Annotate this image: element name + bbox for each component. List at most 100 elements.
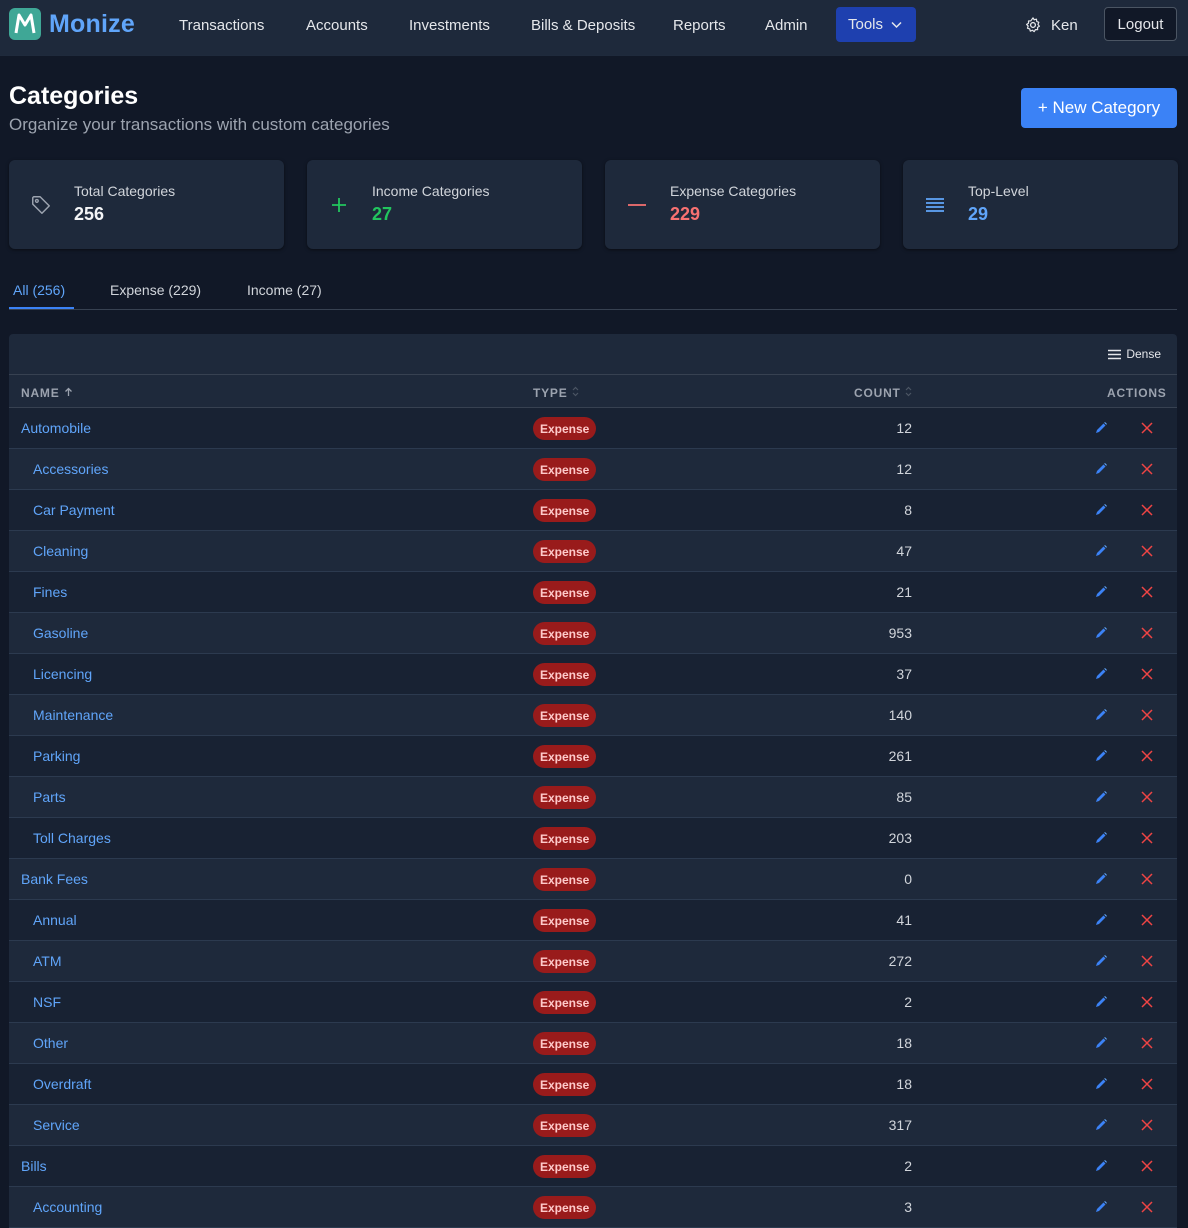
table-row[interactable]: Gasoline Expense 953 xyxy=(9,613,1177,654)
nav-admin[interactable]: Admin xyxy=(765,17,808,34)
category-name-link[interactable]: Service xyxy=(33,1117,80,1133)
tab-all[interactable]: All (256) xyxy=(13,282,65,298)
delete-x-icon[interactable] xyxy=(1140,544,1154,558)
delete-x-icon[interactable] xyxy=(1140,954,1154,968)
table-row[interactable]: Annual Expense 41 xyxy=(9,900,1177,941)
category-name-link[interactable]: Accounting xyxy=(33,1199,102,1215)
edit-pencil-icon[interactable] xyxy=(1094,421,1108,435)
column-header-name[interactable]: NAME xyxy=(21,386,73,400)
delete-x-icon[interactable] xyxy=(1140,790,1154,804)
delete-x-icon[interactable] xyxy=(1140,913,1154,927)
table-row[interactable]: Bills Expense 2 xyxy=(9,1146,1177,1187)
delete-x-icon[interactable] xyxy=(1140,831,1154,845)
table-row[interactable]: Bank Fees Expense 0 xyxy=(9,859,1177,900)
delete-x-icon[interactable] xyxy=(1140,749,1154,763)
user-menu[interactable]: Ken xyxy=(1024,16,1078,34)
edit-pencil-icon[interactable] xyxy=(1094,503,1108,517)
category-name-link[interactable]: Toll Charges xyxy=(33,830,111,846)
table-row[interactable]: Car Payment Expense 8 xyxy=(9,490,1177,531)
delete-x-icon[interactable] xyxy=(1140,421,1154,435)
nav-accounts[interactable]: Accounts xyxy=(306,17,368,34)
delete-x-icon[interactable] xyxy=(1140,1118,1154,1132)
table-row[interactable]: Maintenance Expense 140 xyxy=(9,695,1177,736)
edit-pencil-icon[interactable] xyxy=(1094,1077,1108,1091)
table-row[interactable]: NSF Expense 2 xyxy=(9,982,1177,1023)
edit-pencil-icon[interactable] xyxy=(1094,913,1108,927)
category-name-link[interactable]: Other xyxy=(33,1035,68,1051)
delete-x-icon[interactable] xyxy=(1140,1036,1154,1050)
delete-x-icon[interactable] xyxy=(1140,462,1154,476)
category-name-link[interactable]: Cleaning xyxy=(33,543,88,559)
edit-pencil-icon[interactable] xyxy=(1094,954,1108,968)
category-name-link[interactable]: Gasoline xyxy=(33,625,88,641)
category-name-link[interactable]: Fines xyxy=(33,584,67,600)
delete-x-icon[interactable] xyxy=(1140,503,1154,517)
category-name-link[interactable]: Overdraft xyxy=(33,1076,91,1092)
dense-toggle-button[interactable]: Dense xyxy=(1108,347,1161,361)
category-name-link[interactable]: Accessories xyxy=(33,461,108,477)
table-row[interactable]: Other Expense 18 xyxy=(9,1023,1177,1064)
tools-menu-button[interactable]: Tools xyxy=(836,7,916,42)
table-row[interactable]: Automobile Expense 12 xyxy=(9,408,1177,449)
gear-icon xyxy=(1026,17,1040,33)
edit-pencil-icon[interactable] xyxy=(1094,462,1108,476)
table-row[interactable]: Toll Charges Expense 203 xyxy=(9,818,1177,859)
edit-pencil-icon[interactable] xyxy=(1094,1036,1108,1050)
category-name-link[interactable]: Bills xyxy=(21,1158,47,1174)
table-row[interactable]: Overdraft Expense 18 xyxy=(9,1064,1177,1105)
app-logo[interactable]: Monize xyxy=(9,8,135,40)
delete-x-icon[interactable] xyxy=(1140,995,1154,1009)
delete-x-icon[interactable] xyxy=(1140,872,1154,886)
edit-pencil-icon[interactable] xyxy=(1094,708,1108,722)
category-name-link[interactable]: NSF xyxy=(33,994,61,1010)
column-header-type[interactable]: TYPE xyxy=(533,386,579,400)
transaction-count: 85 xyxy=(896,789,912,805)
nav-reports[interactable]: Reports xyxy=(673,17,726,34)
edit-pencil-icon[interactable] xyxy=(1094,1159,1108,1173)
delete-x-icon[interactable] xyxy=(1140,1200,1154,1214)
category-name-link[interactable]: Bank Fees xyxy=(21,871,88,887)
category-name-link[interactable]: Licencing xyxy=(33,666,92,682)
nav-investments[interactable]: Investments xyxy=(409,17,490,34)
edit-pencil-icon[interactable] xyxy=(1094,544,1108,558)
edit-pencil-icon[interactable] xyxy=(1094,749,1108,763)
table-row[interactable]: Service Expense 317 xyxy=(9,1105,1177,1146)
delete-x-icon[interactable] xyxy=(1140,1159,1154,1173)
table-row[interactable]: Parking Expense 261 xyxy=(9,736,1177,777)
edit-pencil-icon[interactable] xyxy=(1094,872,1108,886)
tab-expense[interactable]: Expense (229) xyxy=(110,282,201,298)
edit-pencil-icon[interactable] xyxy=(1094,1118,1108,1132)
category-name-link[interactable]: Automobile xyxy=(21,420,91,436)
nav-bills-deposits[interactable]: Bills & Deposits xyxy=(531,17,635,34)
table-row[interactable]: ATM Expense 272 xyxy=(9,941,1177,982)
delete-x-icon[interactable] xyxy=(1140,1077,1154,1091)
table-row[interactable]: Parts Expense 85 xyxy=(9,777,1177,818)
nav-transactions[interactable]: Transactions xyxy=(179,17,264,34)
category-name-link[interactable]: Car Payment xyxy=(33,502,115,518)
table-row[interactable]: Accessories Expense 12 xyxy=(9,449,1177,490)
edit-pencil-icon[interactable] xyxy=(1094,831,1108,845)
table-row[interactable]: Licencing Expense 37 xyxy=(9,654,1177,695)
table-row[interactable]: Fines Expense 21 xyxy=(9,572,1177,613)
edit-pencil-icon[interactable] xyxy=(1094,1200,1108,1214)
tab-income[interactable]: Income (27) xyxy=(247,282,322,298)
edit-pencil-icon[interactable] xyxy=(1094,995,1108,1009)
edit-pencil-icon[interactable] xyxy=(1094,790,1108,804)
edit-pencil-icon[interactable] xyxy=(1094,667,1108,681)
table-row[interactable]: Cleaning Expense 47 xyxy=(9,531,1177,572)
edit-pencil-icon[interactable] xyxy=(1094,585,1108,599)
category-name-link[interactable]: ATM xyxy=(33,953,62,969)
table-row[interactable]: Accounting Expense 3 xyxy=(9,1187,1177,1228)
edit-pencil-icon[interactable] xyxy=(1094,626,1108,640)
column-header-count[interactable]: COUNT xyxy=(854,386,912,400)
delete-x-icon[interactable] xyxy=(1140,626,1154,640)
delete-x-icon[interactable] xyxy=(1140,585,1154,599)
new-category-button[interactable]: + New Category xyxy=(1021,88,1177,128)
delete-x-icon[interactable] xyxy=(1140,667,1154,681)
category-name-link[interactable]: Parts xyxy=(33,789,66,805)
category-name-link[interactable]: Maintenance xyxy=(33,707,113,723)
category-name-link[interactable]: Parking xyxy=(33,748,80,764)
category-name-link[interactable]: Annual xyxy=(33,912,77,928)
delete-x-icon[interactable] xyxy=(1140,708,1154,722)
logout-button[interactable]: Logout xyxy=(1104,7,1177,41)
